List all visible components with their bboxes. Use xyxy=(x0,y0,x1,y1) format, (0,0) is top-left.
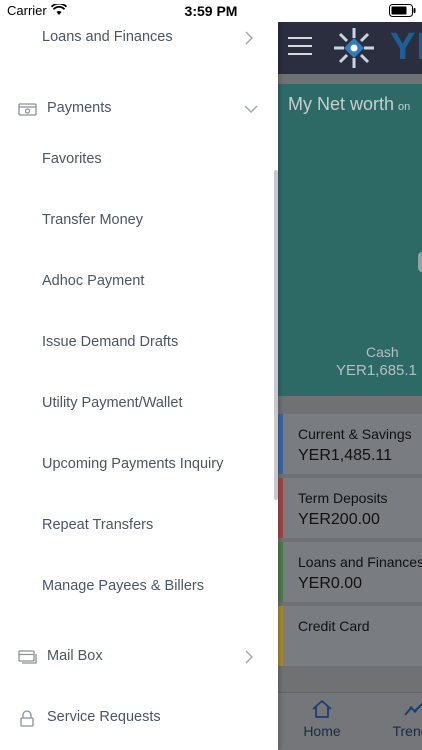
tab-trends[interactable]: Trends xyxy=(384,699,422,741)
menu-item-label: Manage Payees & Billers xyxy=(42,578,204,594)
cash-label: Cash xyxy=(366,344,399,360)
payments-icon xyxy=(18,101,38,122)
trend-icon xyxy=(404,702,422,716)
menu-item-upcoming-payments[interactable]: Upcoming Payments Inquiry xyxy=(0,449,272,489)
account-card-term-deposits[interactable]: Term Deposits YER200.00 xyxy=(278,478,422,538)
tab-label: Home xyxy=(303,723,341,739)
account-value: YER0.00 xyxy=(298,575,363,592)
status-bar: Carrier 3:59 PM xyxy=(0,0,422,22)
account-list: Current & Savings YER1,485.11 Term Depos… xyxy=(278,414,422,670)
brand-text: YK xyxy=(390,26,422,68)
brand-logo-icon xyxy=(330,24,378,72)
home-icon xyxy=(312,700,332,718)
lock-icon xyxy=(18,710,36,733)
app-header: YK xyxy=(278,22,422,74)
networth-card: My Net worth on Cash YER1,685.1 xyxy=(278,84,422,396)
menu-item-adhoc-payment[interactable]: Adhoc Payment xyxy=(0,266,272,306)
menu-item-label: Repeat Transfers xyxy=(42,517,154,533)
drawer-scrollbar[interactable] xyxy=(274,170,278,500)
menu-item-label: Utility Payment/Wallet xyxy=(42,395,183,411)
hamburger-menu-icon[interactable] xyxy=(288,37,312,57)
battery-icon xyxy=(389,4,417,22)
menu-item-label: Issue Demand Drafts xyxy=(42,334,179,350)
menu-item-utility-payment[interactable]: Utility Payment/Wallet xyxy=(0,388,272,428)
chevron-right-icon xyxy=(244,649,254,670)
menu-section-label: Service Requests xyxy=(47,709,161,725)
account-label: Current & Savings xyxy=(298,426,412,442)
account-label: Credit Card xyxy=(298,618,370,634)
mailbox-icon xyxy=(18,649,38,670)
tab-home[interactable]: Home xyxy=(300,699,344,741)
menu-item-favorites[interactable]: Favorites xyxy=(0,144,272,184)
account-label: Term Deposits xyxy=(298,490,388,506)
menu-item-repeat-transfers[interactable]: Repeat Transfers xyxy=(0,510,272,550)
chevron-right-icon xyxy=(244,30,254,51)
menu-item-label: Loans and Finances xyxy=(42,29,173,45)
navigation-drawer: Loans and Finances Payments Favorites Tr… xyxy=(0,22,278,750)
account-value: YER200.00 xyxy=(298,511,380,528)
menu-item-manage-payees[interactable]: Manage Payees & Billers xyxy=(0,571,272,611)
menu-item-transfer-money[interactable]: Transfer Money xyxy=(0,205,272,245)
account-label: Loans and Finances xyxy=(298,554,422,570)
bottom-tab-bar: Home Trends xyxy=(278,692,422,750)
account-card-credit-card[interactable]: Credit Card xyxy=(278,606,422,666)
menu-item-label: Transfer Money xyxy=(42,212,143,228)
cash-value: YER1,685.1 xyxy=(336,362,417,379)
menu-item-issue-demand-drafts[interactable]: Issue Demand Drafts xyxy=(0,327,272,367)
account-card-loans[interactable]: Loans and Finances YER0.00 xyxy=(278,542,422,602)
menu-item-label: Favorites xyxy=(42,151,102,167)
networth-title: My Net worth on xyxy=(288,94,411,114)
account-value: YER1,485.11 xyxy=(298,447,392,464)
menu-section-label: Mail Box xyxy=(47,648,103,664)
chevron-down-icon xyxy=(244,101,258,122)
menu-section-service-requests[interactable]: Service Requests xyxy=(0,702,272,742)
networth-chart-handle xyxy=(418,252,422,272)
status-time: 3:59 PM xyxy=(184,3,238,19)
menu-item-label: Upcoming Payments Inquiry xyxy=(42,456,224,472)
menu-item-label: Adhoc Payment xyxy=(42,273,145,289)
account-card-current-savings[interactable]: Current & Savings YER1,485.11 xyxy=(278,414,422,474)
menu-item-loans-finances[interactable]: Loans and Finances xyxy=(0,22,272,62)
tab-label: Trends xyxy=(392,723,422,739)
menu-section-label: Payments xyxy=(47,100,112,116)
menu-section-mailbox[interactable]: Mail Box xyxy=(0,641,272,681)
menu-section-payments[interactable]: Payments xyxy=(0,93,272,133)
dashboard-background: YK My Net worthon Cash YER1,685.1 Curren… xyxy=(278,0,422,750)
